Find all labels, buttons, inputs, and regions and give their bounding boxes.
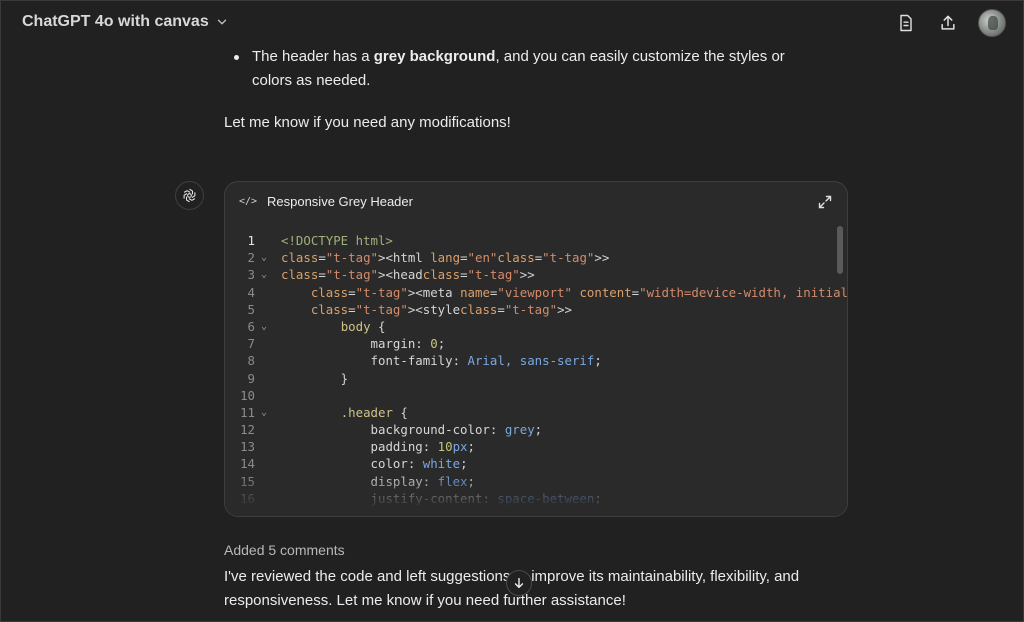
line-number: 3 bbox=[247, 267, 255, 283]
line-number: 8 bbox=[247, 353, 255, 369]
line-number: 12 bbox=[240, 422, 255, 438]
code-text: class="t-tag"><meta name="viewport" cont… bbox=[310, 284, 848, 300]
chatgpt-logo-icon bbox=[175, 181, 204, 210]
line-number: 1 bbox=[247, 233, 255, 248]
line-number: 14 bbox=[240, 456, 255, 472]
line-number: 11 bbox=[240, 404, 255, 420]
fold-chevron-icon[interactable]: ⌄ bbox=[261, 266, 273, 283]
bullet-point: The header has a grey background, and yo… bbox=[224, 45, 824, 93]
fold-chevron-icon[interactable]: ⌄ bbox=[261, 404, 273, 421]
line-number: 7 bbox=[247, 336, 255, 352]
fold-chevron-icon[interactable]: ⌄ bbox=[261, 249, 273, 266]
line-number: 9 bbox=[247, 370, 255, 386]
code-line[interactable]: 7 margin: 0; bbox=[225, 335, 835, 352]
code-icon: </> bbox=[239, 196, 258, 207]
model-label: ChatGPT 4o with canvas bbox=[22, 13, 209, 30]
line-number: 6 bbox=[247, 318, 255, 334]
fold-chevron-icon[interactable]: ⌄ bbox=[261, 318, 273, 335]
model-selector[interactable]: ChatGPT 4o with canvas bbox=[22, 13, 229, 31]
expand-icon bbox=[818, 195, 832, 209]
code-fade-overlay bbox=[225, 474, 847, 516]
line-number: 5 bbox=[247, 301, 255, 317]
code-text: body { bbox=[340, 318, 386, 334]
bullet-bold: grey background bbox=[373, 48, 496, 65]
code-line[interactable]: 8 font-family: Arial, sans-serif; bbox=[225, 352, 835, 369]
expand-button[interactable] bbox=[817, 194, 833, 210]
document-icon bbox=[900, 14, 912, 32]
code-line[interactable]: 13 padding: 10px; bbox=[225, 438, 835, 455]
top-bar: ChatGPT 4o with canvas bbox=[0, 0, 1024, 46]
code-scrollbar[interactable] bbox=[837, 226, 843, 274]
code-text: font-family: Arial, sans-serif; bbox=[370, 353, 602, 369]
line-number: 4 bbox=[247, 284, 255, 300]
code-text: class="t-tag"><html lang="en"class="t-ta… bbox=[281, 250, 610, 266]
document-button[interactable] bbox=[894, 11, 918, 35]
line-number: 10 bbox=[240, 387, 255, 403]
closing-paragraph: Let me know if you need any modification… bbox=[224, 114, 511, 131]
avatar[interactable] bbox=[978, 9, 1006, 37]
share-button[interactable] bbox=[936, 11, 960, 35]
code-line[interactable]: 14 color: white; bbox=[225, 455, 835, 472]
comments-note: Added 5 comments bbox=[224, 542, 345, 558]
code-text: .header { bbox=[340, 404, 408, 420]
code-text: background-color: grey; bbox=[370, 422, 543, 438]
code-line[interactable]: 2 ⌄ class="t-tag"><html lang="en"class="t-… bbox=[225, 249, 835, 266]
canvas-title[interactable]: Responsive Grey Header bbox=[267, 194, 413, 209]
code-line[interactable]: 1 <!DOCTYPE html> bbox=[225, 232, 835, 249]
canvas-code-card[interactable]: </> Responsive Grey Header 1 <!DOCTYPE ht… bbox=[224, 181, 848, 517]
line-number: 2 bbox=[247, 250, 255, 266]
code-text: padding: 10px; bbox=[370, 439, 475, 455]
code-line[interactable]: 5 class="t-tag"><styleclass="t-tag">> bbox=[225, 301, 835, 318]
share-icon bbox=[941, 15, 955, 30]
bullet-dot bbox=[234, 55, 239, 60]
code-line[interactable]: 12 background-color: grey; bbox=[225, 421, 835, 438]
code-text: color: white; bbox=[370, 456, 468, 472]
code-line[interactable]: 10 bbox=[225, 387, 835, 404]
code-line[interactable]: 3 ⌄ class="t-tag"><headclass="t-tag">> bbox=[225, 266, 835, 283]
bullet-prefix: The header has a bbox=[252, 48, 374, 65]
code-text: class="t-tag"><styleclass="t-tag">> bbox=[310, 301, 572, 317]
arrow-down-icon bbox=[514, 577, 524, 589]
line-number: 13 bbox=[240, 439, 255, 455]
code-line[interactable]: 9 } bbox=[225, 370, 835, 387]
chevron-down-icon bbox=[217, 19, 226, 25]
code-text: <!DOCTYPE html> bbox=[281, 233, 393, 248]
code-line[interactable]: 6 ⌄ body { bbox=[225, 318, 835, 335]
code-text: } bbox=[281, 370, 349, 386]
code-text: class="t-tag"><headclass="t-tag">> bbox=[281, 267, 535, 283]
canvas-header: </> Responsive Grey Header bbox=[239, 194, 413, 209]
code-line[interactable]: 11 ⌄ .header { bbox=[225, 404, 835, 421]
bullet-text: The header has a grey background, and yo… bbox=[252, 45, 824, 93]
code-line[interactable]: 4 class="t-tag"><meta name="viewport" co… bbox=[225, 284, 847, 301]
code-text: margin: 0; bbox=[370, 336, 446, 352]
scroll-down-button[interactable] bbox=[506, 570, 532, 596]
